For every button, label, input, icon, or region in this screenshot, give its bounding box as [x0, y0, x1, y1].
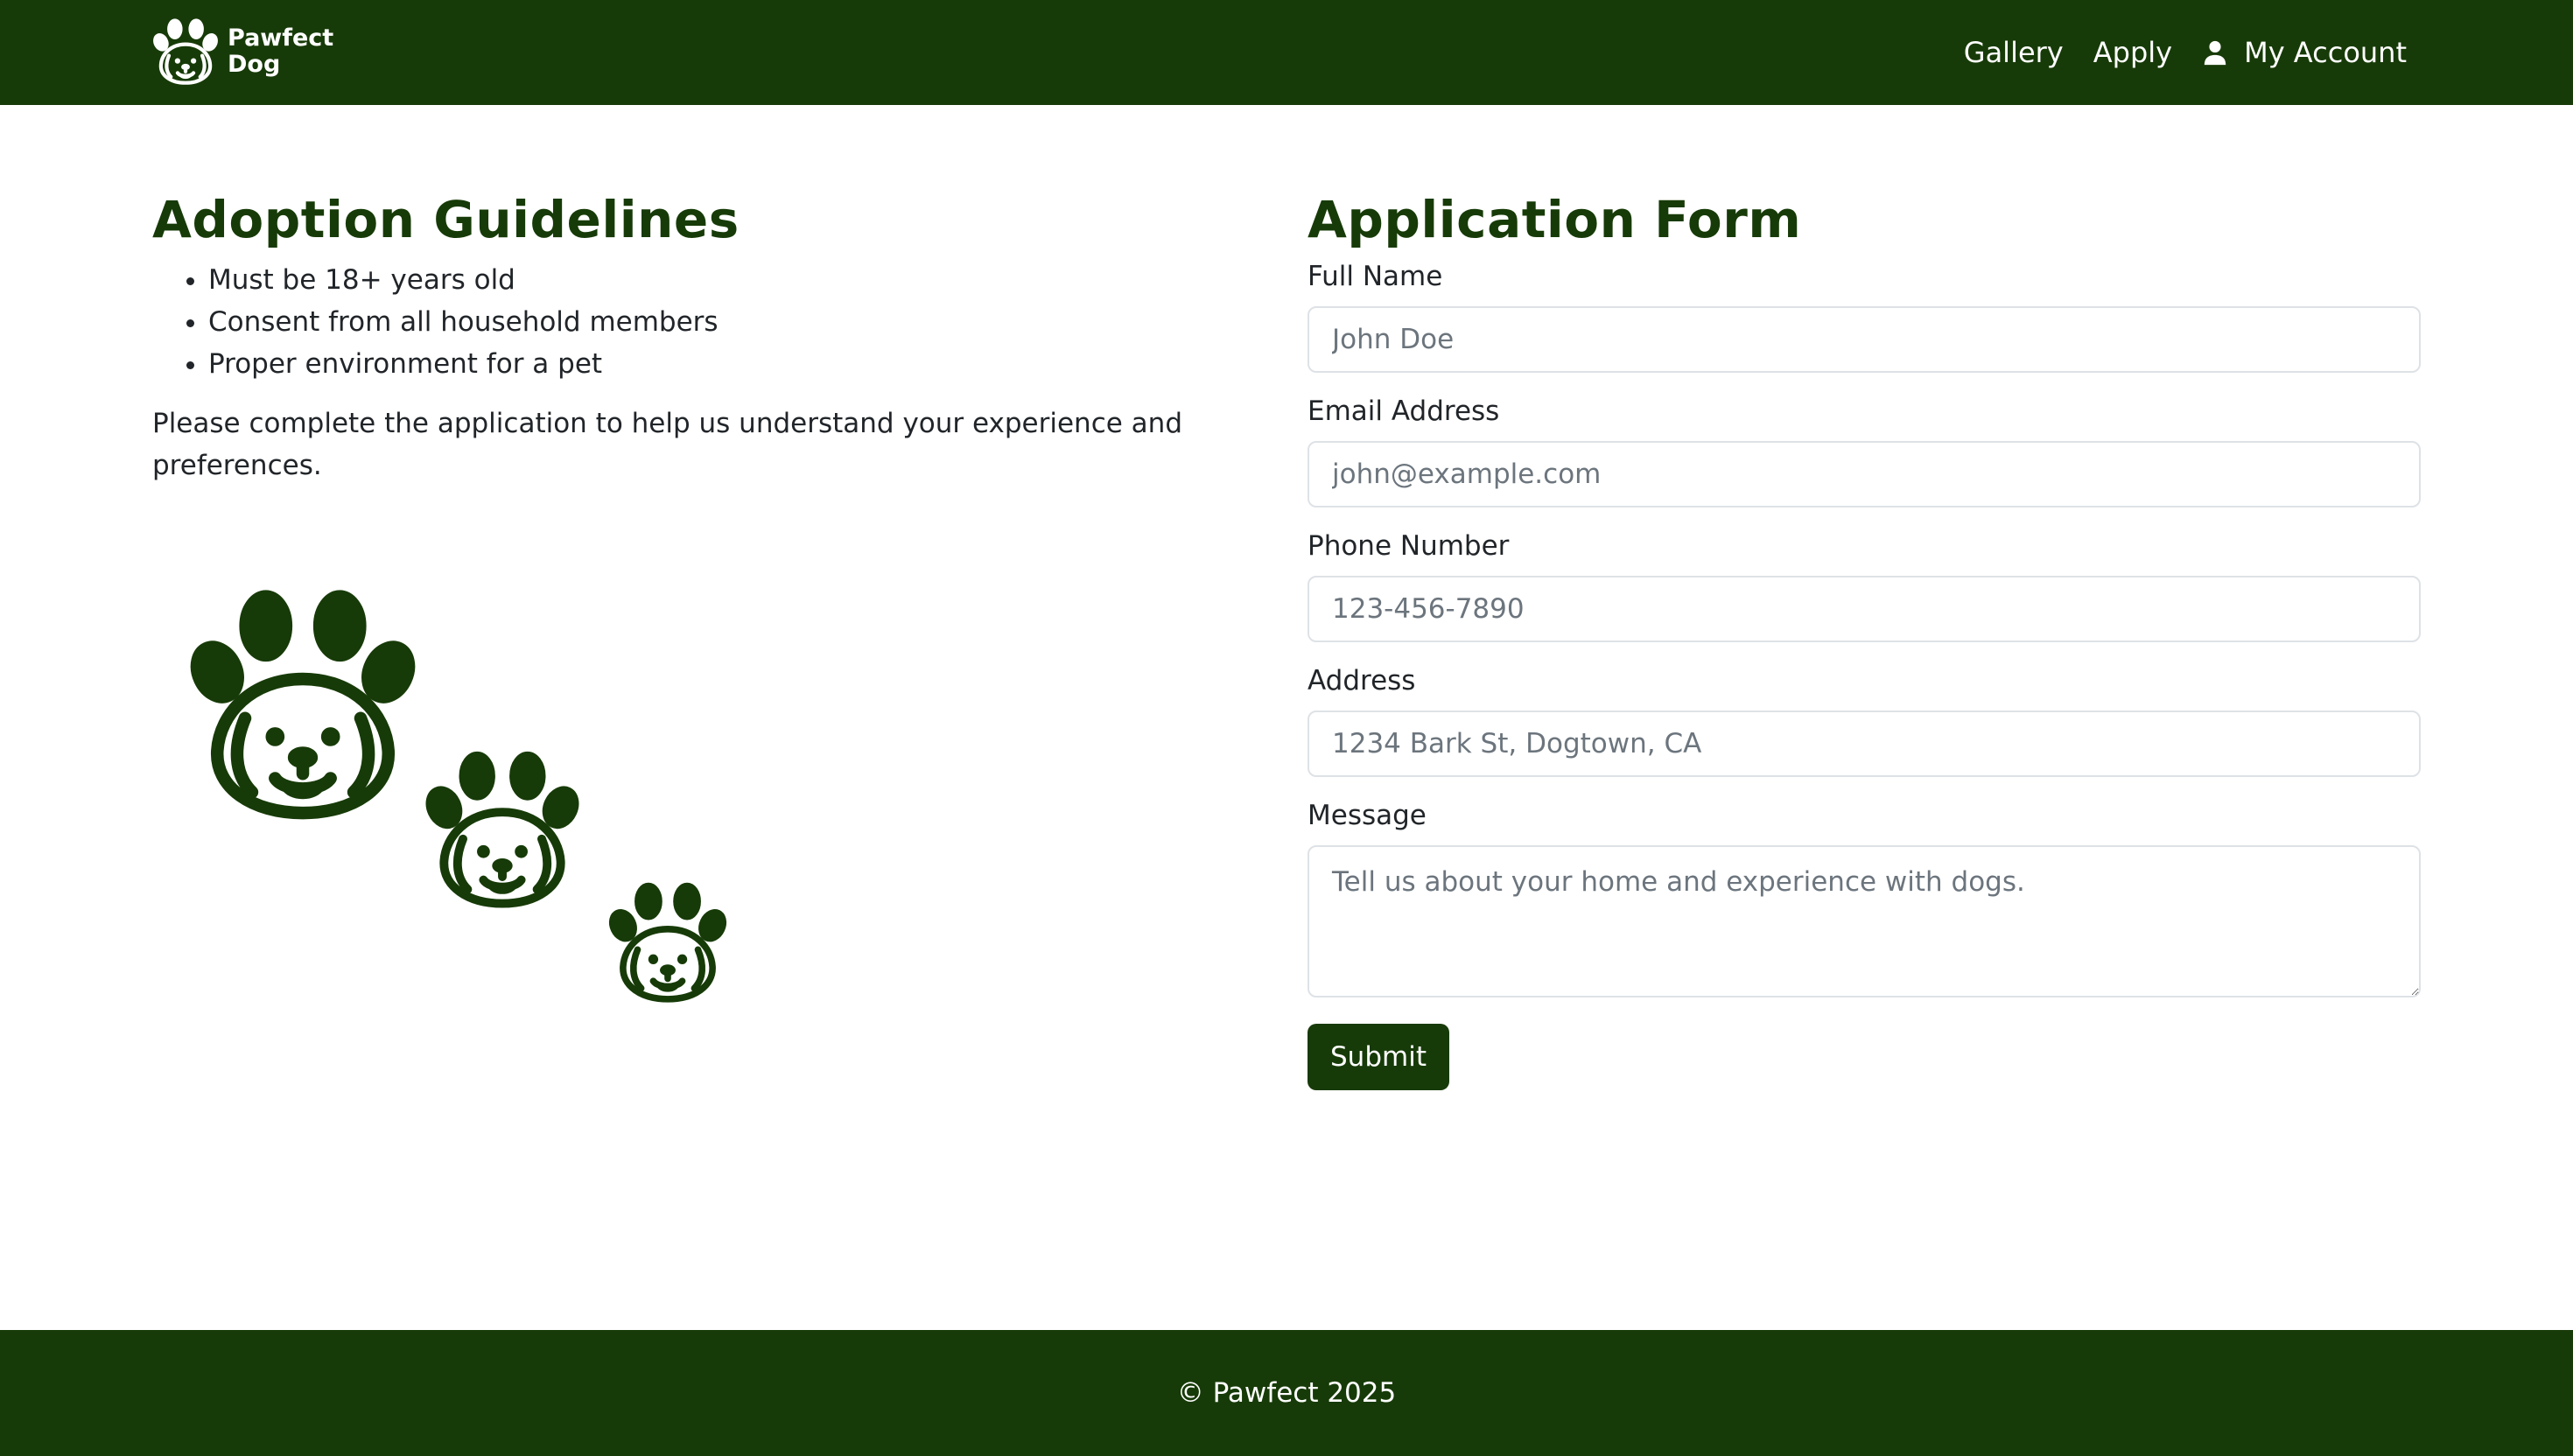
guideline-item: Must be 18+ years old — [208, 259, 1211, 301]
message-textarea[interactable] — [1308, 845, 2421, 998]
dog-paw-icon — [187, 586, 418, 822]
nav-link-gallery[interactable]: Gallery — [1964, 30, 2064, 75]
brand-name: Pawfect Dog — [228, 25, 333, 78]
copyright-text: © Pawfect 2025 — [1176, 1377, 1397, 1409]
dog-paw-icon — [607, 880, 728, 1004]
guideline-item: Proper environment for a pet — [208, 343, 1211, 385]
full-name-label: Full Name — [1308, 261, 1443, 292]
nav-link-gallery-label: Gallery — [1963, 36, 2064, 69]
nav-link-my-account-label: My Account — [2244, 36, 2407, 69]
phone-label: Phone Number — [1308, 530, 1510, 562]
phone-group: Phone Number — [1308, 525, 2421, 642]
navbar: Pawfect Dog Gallery Apply My Account — [0, 0, 2573, 105]
full-name-group: Full Name — [1308, 256, 2421, 373]
main-nav: Gallery Apply My Account — [1964, 30, 2407, 75]
email-label: Email Address — [1308, 396, 1500, 427]
email-input[interactable] — [1308, 441, 2421, 508]
message-group: Message — [1308, 794, 2421, 998]
guidelines-intro: Please complete the application to help … — [152, 408, 1183, 481]
full-name-input[interactable] — [1308, 306, 2421, 373]
address-input[interactable] — [1308, 710, 2421, 777]
message-label: Message — [1308, 800, 1427, 831]
brand-logo-link[interactable]: Pawfect Dog — [152, 18, 333, 86]
nav-link-apply-label: Apply — [2093, 36, 2173, 69]
dog-paw-icon — [152, 18, 219, 86]
paw-illustration — [152, 486, 1211, 976]
form-title: Application Form — [1308, 190, 1802, 249]
footer: © Pawfect 2025 — [0, 1330, 2573, 1456]
dog-paw-icon — [424, 749, 581, 910]
email-group: Email Address — [1308, 390, 2421, 508]
adoption-guidelines-section: Adoption Guidelines Must be 18+ years ol… — [152, 184, 1211, 976]
guidelines-title: Adoption Guidelines — [152, 190, 740, 249]
submit-button[interactable]: Submit — [1308, 1024, 1449, 1090]
address-group: Address — [1308, 660, 2421, 777]
application-form-section: Application Form Full Name Email Address… — [1308, 184, 2421, 1090]
application-form: Full Name Email Address Phone Number Add… — [1308, 256, 2421, 1090]
phone-input[interactable] — [1308, 576, 2421, 642]
brand-name-line2: Dog — [228, 51, 281, 78]
guideline-item: Consent from all household members — [208, 301, 1211, 343]
brand-name-line1: Pawfect — [228, 24, 334, 52]
nav-link-my-account[interactable]: My Account — [2202, 30, 2407, 75]
user-icon — [2204, 40, 2226, 66]
address-label: Address — [1308, 665, 1416, 696]
guidelines-list: Must be 18+ years old Consent from all h… — [152, 259, 1211, 385]
nav-link-apply[interactable]: Apply — [2093, 30, 2172, 75]
